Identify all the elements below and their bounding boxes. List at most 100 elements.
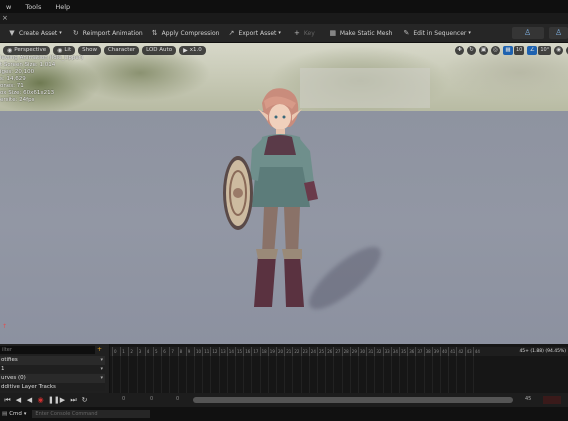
grid-line [251, 356, 253, 393]
ruler-tick: 24 [308, 347, 316, 356]
chevron-down-icon[interactable]: ▾ [100, 374, 103, 383]
ruler-tick: 28 [341, 347, 349, 356]
grid-line [276, 356, 277, 393]
track-filter-input[interactable]: ilter [0, 346, 95, 354]
skip-to-end-icon[interactable]: ⏭ [70, 396, 77, 405]
ruler-tick: 20 [276, 347, 284, 356]
play-reverse-icon[interactable]: ◀ [26, 396, 33, 404]
grid-line [431, 356, 433, 393]
grid-line [194, 356, 195, 393]
ruler-tick: 1 [120, 347, 125, 356]
notifies-track[interactable]: otifies ▾ [0, 356, 105, 365]
character-icon: ♙ [524, 28, 532, 37]
additive-layer-row[interactable]: dditive Layer Tracks [0, 383, 105, 391]
create-asset-button[interactable]: ▼ Create Asset ▾ [8, 29, 61, 37]
ruler-tick: 7 [169, 347, 174, 356]
reimport-icon: ↻ [72, 29, 79, 37]
timeline-area[interactable]: 44 43 42 41 40 39 38 37 36 35 34 33 32 31 30 29 28 27 26 25… [110, 344, 568, 393]
end-frame-field[interactable]: 45 [525, 396, 531, 402]
start-frame-field[interactable]: 0 [122, 396, 125, 402]
frame-ruler[interactable]: 44 43 42 41 40 39 38 37 36 35 34 33 32 31 30 29 28 27 26 25… [110, 347, 568, 356]
ruler-tick: 17 [251, 347, 259, 356]
grid-line [169, 356, 171, 393]
start-frame-field-2[interactable]: 0 [150, 396, 153, 402]
notify-track-row[interactable]: 1 ▾ [0, 365, 105, 373]
grid-line [333, 356, 335, 393]
grid-line [259, 356, 261, 393]
grid-line [284, 356, 286, 393]
console-bar: ▤ Cmd ▾ Enter Console Command [0, 407, 568, 421]
skeleton-mode-button[interactable]: ♙ [512, 27, 544, 39]
timeline-scrollbar[interactable] [193, 397, 513, 403]
skip-to-start-icon[interactable]: ⏮ [4, 396, 11, 405]
add-track-button[interactable]: + [97, 346, 102, 353]
grid-line [292, 356, 294, 393]
track-list: ilter + otifies ▾ 1 ▾ urves (0) ▾ dditiv… [0, 344, 110, 393]
grid-line [243, 356, 245, 393]
grid-line [374, 356, 376, 393]
ruler-tick: 9 [185, 347, 191, 356]
record-icon[interactable]: ◉ [37, 396, 44, 404]
chevron-down-icon[interactable]: ▾ [100, 365, 103, 373]
ruler-tick: 18 [259, 347, 267, 356]
edit-in-sequencer-label: Edit in Sequencer [413, 29, 467, 37]
grid-line [415, 356, 417, 393]
menu-tools[interactable]: Tools [25, 3, 41, 11]
chevron-down-icon: ▾ [23, 411, 27, 417]
animation-mode-button[interactable]: ♙ [549, 27, 568, 39]
grid-line [325, 356, 327, 393]
menu-help[interactable]: Help [55, 3, 70, 11]
pause-icon[interactable]: ❚❚ [48, 396, 60, 404]
ruler-tick: 42 [456, 347, 464, 356]
ruler-tick: 44 [472, 347, 480, 356]
zero-field[interactable]: 0 [176, 396, 179, 402]
step-back-icon[interactable]: ◀ [15, 396, 22, 404]
ruler-tick: 33 [382, 347, 390, 356]
create-asset-icon: ▼ [9, 29, 15, 37]
export-icon: ↗ [228, 29, 235, 37]
curves-track[interactable]: urves (0) ▾ [0, 374, 105, 383]
reimport-button[interactable]: ↻ Reimport Animation [72, 29, 143, 37]
step-forward-icon[interactable]: ▶ [59, 396, 66, 404]
curves-label: urves (0) [1, 375, 26, 381]
viewport[interactable]: ◉ Perspective ◉ Lit Show Character LOD A… [0, 43, 568, 344]
grid-line [390, 356, 392, 393]
ruler-tick: 40 [440, 347, 448, 356]
output-log-icon: ▤ [2, 411, 8, 417]
ruler-tick: 39 [431, 347, 439, 356]
ruler-tick: 29 [349, 347, 357, 356]
export-asset-button[interactable]: ↗ Export Asset ▾ [227, 29, 281, 37]
ruler-tick: 38 [423, 347, 431, 356]
tab-strip: × [0, 13, 568, 24]
ruler-tick: 26 [325, 347, 333, 356]
grid-line [440, 356, 441, 393]
close-tab-icon[interactable]: × [2, 14, 8, 22]
edit-in-sequencer-button[interactable]: ✎ Edit in Sequencer ▾ [402, 29, 470, 37]
grid-line [177, 356, 179, 393]
ruler-tick: 43 [464, 347, 472, 356]
ruler-tick: 36 [407, 347, 415, 356]
static-mesh-icon: ▦ [329, 29, 337, 37]
ruler-tick: 6 [161, 347, 166, 356]
grid-line [317, 356, 318, 393]
ruler-tick: 8 [177, 347, 183, 356]
apply-compression-button[interactable]: ⇅ Apply Compression [151, 29, 220, 37]
ruler-tick: 2 [128, 347, 133, 356]
grid-line [382, 356, 384, 393]
chevron-down-icon[interactable]: ▾ [100, 356, 103, 365]
ruler-tick: 13 [218, 347, 226, 356]
grid-line [136, 356, 138, 393]
grid-line [202, 356, 204, 393]
menu-window[interactable]: w [6, 3, 11, 11]
key-label: Key [303, 29, 315, 37]
make-static-mesh-button[interactable]: ▦ Make Static Mesh [329, 29, 393, 37]
sequencer-icon: ✎ [403, 29, 410, 37]
character-model [223, 88, 318, 307]
key-button[interactable]: + Key [293, 29, 315, 37]
loop-icon[interactable]: ↻ [81, 396, 88, 404]
console-command-input[interactable]: Enter Console Command [32, 410, 151, 418]
cmd-dropdown[interactable]: ▤ Cmd ▾ [2, 411, 26, 417]
grid-line [448, 356, 450, 393]
make-static-mesh-label: Make Static Mesh [339, 29, 393, 37]
chevron-down-icon: ▾ [278, 30, 281, 36]
